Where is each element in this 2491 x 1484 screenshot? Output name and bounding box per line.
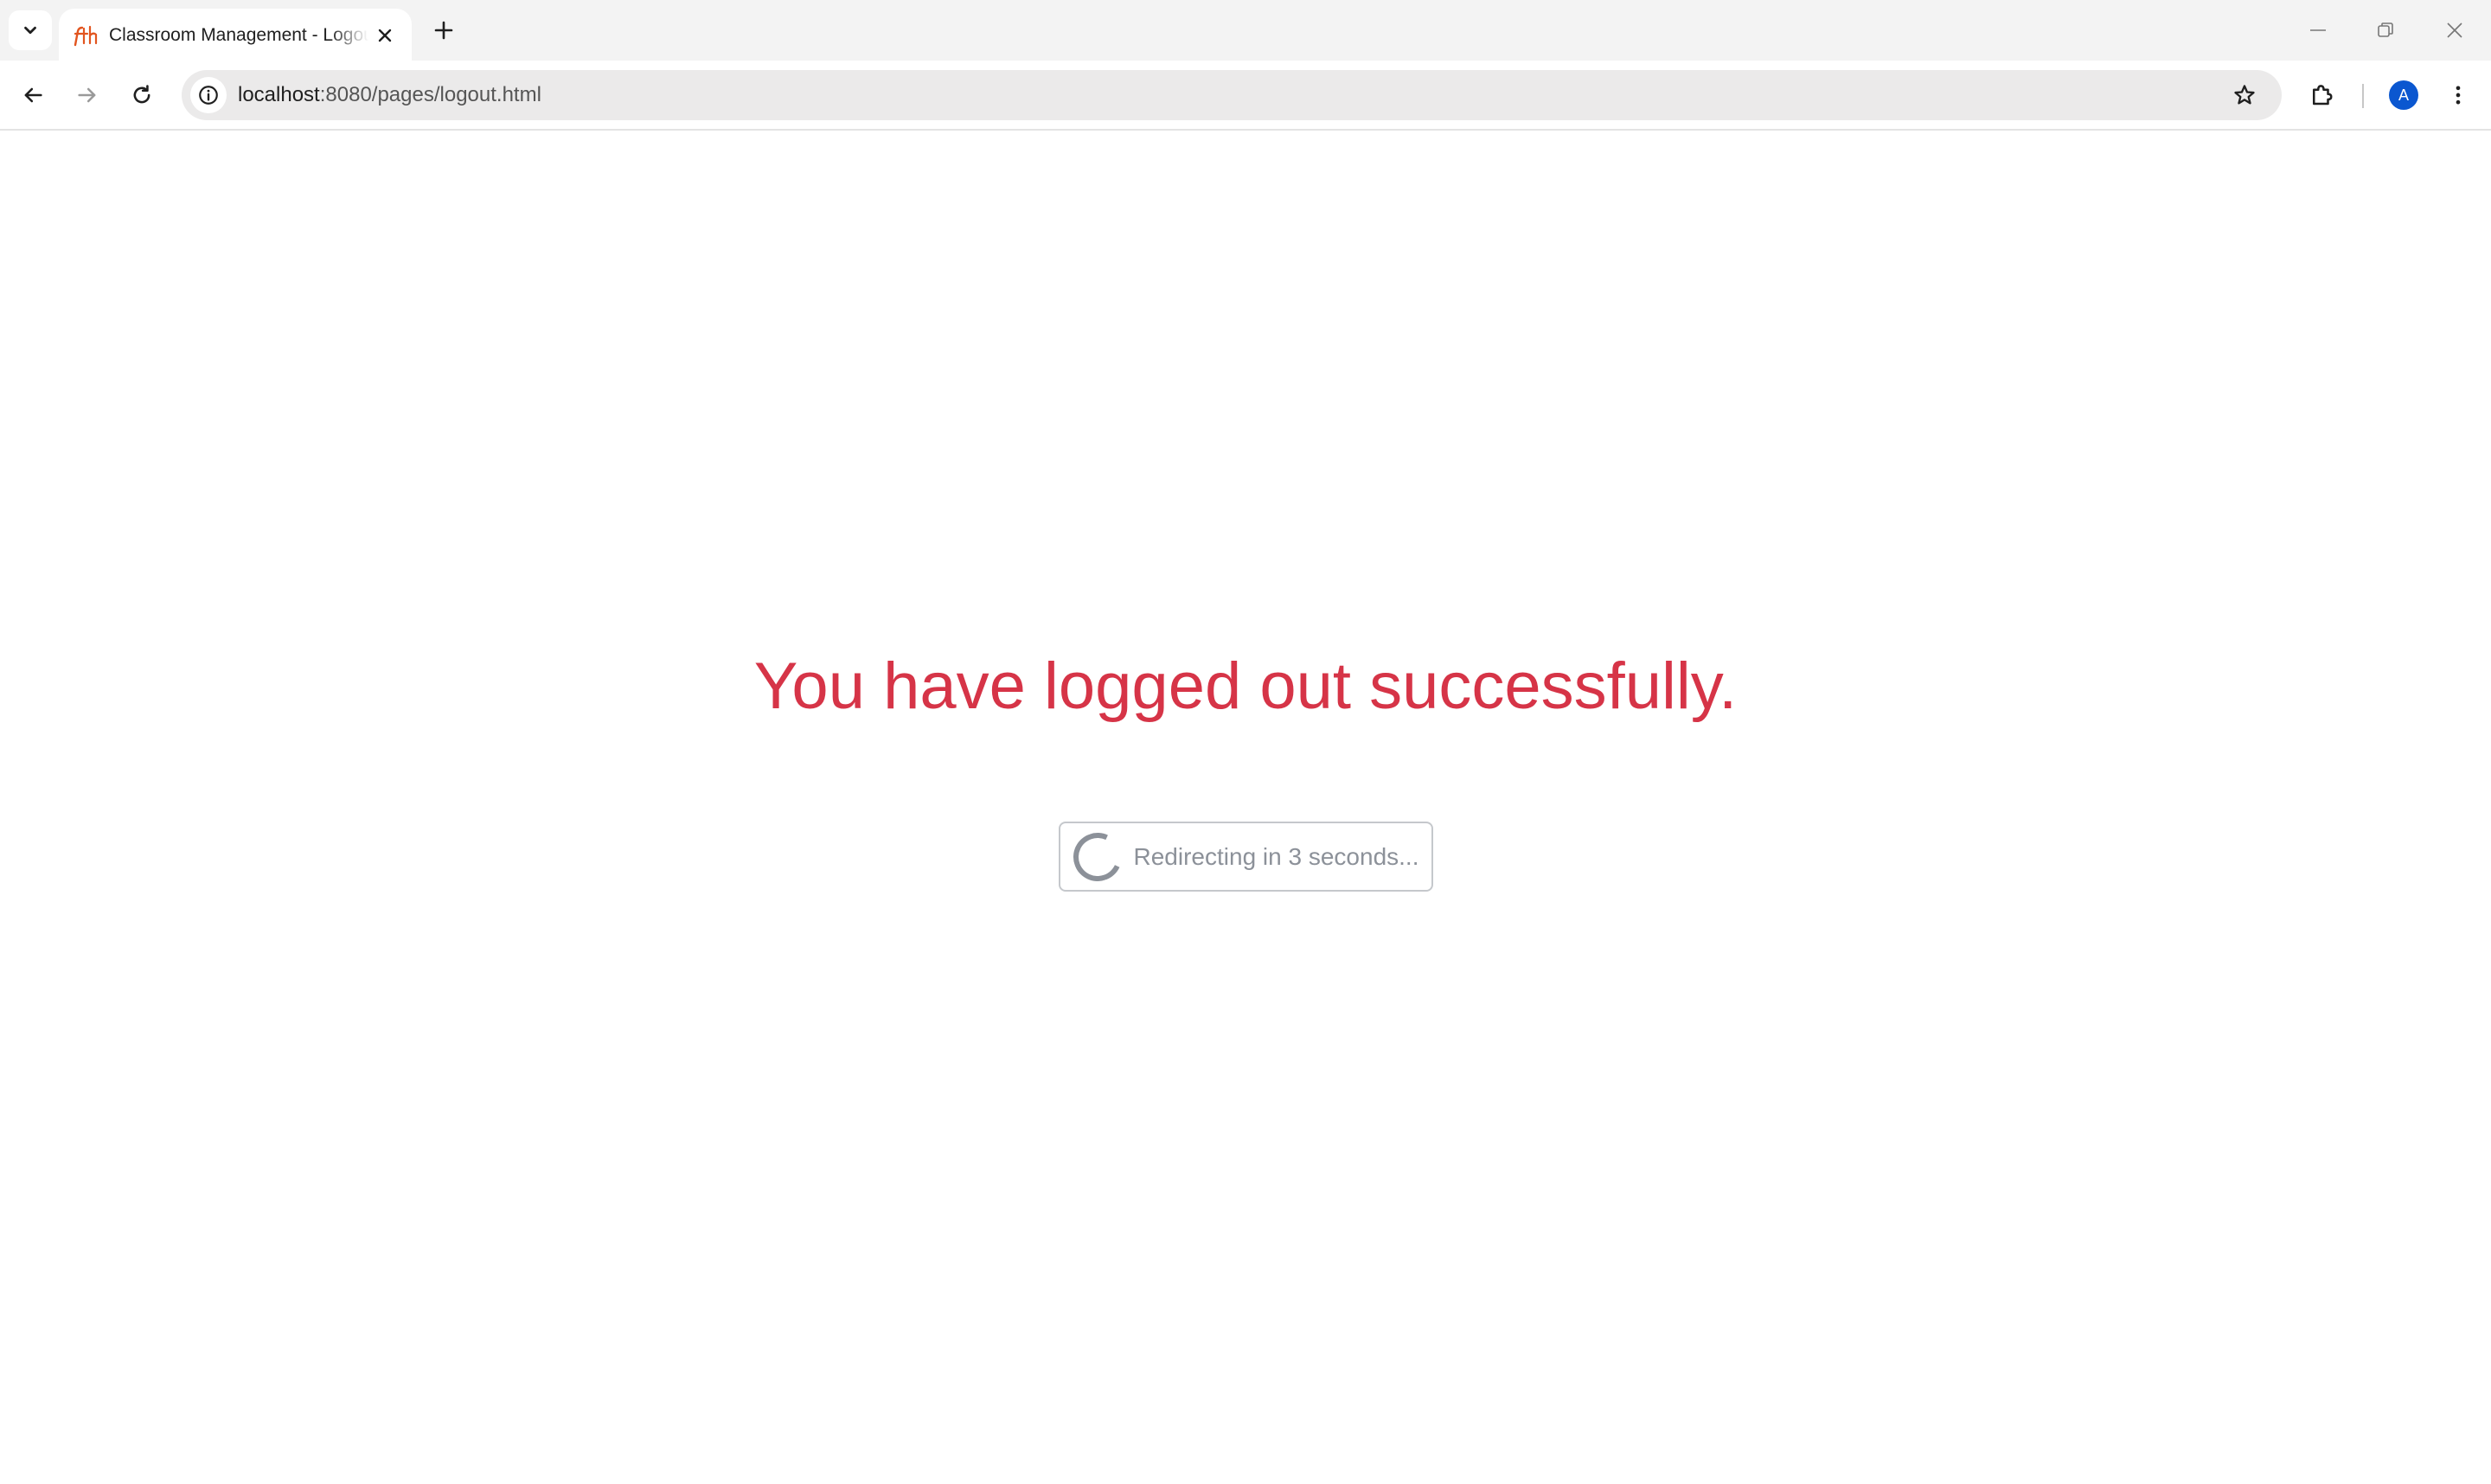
address-url[interactable]: localhost:8080/pages/logout.html <box>238 70 541 120</box>
extensions-button[interactable] <box>2301 74 2342 116</box>
profile-avatar[interactable]: A <box>2389 80 2418 110</box>
logout-heading: You have logged out successfully. <box>753 649 1738 723</box>
arrow-left-icon <box>24 87 42 103</box>
browser-toolbar: localhost:8080/pages/logout.html A <box>0 61 2491 131</box>
close-icon <box>378 29 392 42</box>
tab-title: Classroom Management - Logout <box>109 25 368 45</box>
spinner-icon <box>1066 825 1129 888</box>
reload-button[interactable] <box>121 74 163 116</box>
back-button[interactable] <box>12 74 54 116</box>
browser-menu-button[interactable] <box>2437 74 2479 116</box>
chevron-down-icon <box>24 26 36 35</box>
restore-button[interactable] <box>2360 9 2411 52</box>
new-tab-button[interactable] <box>427 14 460 47</box>
favicon-logo <box>74 25 98 47</box>
redirect-button[interactable]: Redirecting in 3 seconds... <box>1059 822 1433 892</box>
reload-icon <box>133 85 150 104</box>
arrow-right-icon <box>78 87 96 103</box>
tab-active[interactable]: Classroom Management - Logout <box>59 9 412 62</box>
tab-strip: Classroom Management - Logout <box>0 0 2491 62</box>
bookmark-button[interactable] <box>2226 77 2263 113</box>
kebab-menu-icon <box>2456 86 2461 105</box>
tab-close-button[interactable] <box>370 21 400 50</box>
info-icon <box>199 86 218 105</box>
redirect-label: Redirecting in 3 seconds... <box>1133 842 1419 870</box>
toolbar-divider <box>2362 84 2364 108</box>
url-host: localhost <box>238 83 320 106</box>
minimize-icon <box>2310 29 2326 31</box>
minimize-button[interactable] <box>2292 9 2344 52</box>
site-info-button[interactable] <box>190 77 227 113</box>
address-bar[interactable]: localhost:8080/pages/logout.html <box>182 70 2282 120</box>
url-path: :8080/pages/logout.html <box>319 83 541 106</box>
close-window-icon <box>2447 22 2462 38</box>
star-icon <box>2234 85 2255 105</box>
close-window-button[interactable] <box>2429 9 2481 52</box>
tab-search-button[interactable] <box>9 10 52 50</box>
page-content: You have logged out successfully. Redire… <box>0 131 2491 1484</box>
plus-icon <box>434 21 453 40</box>
site-favicon-icon <box>71 21 100 50</box>
puzzle-icon <box>2313 85 2333 106</box>
forward-button[interactable] <box>67 74 108 116</box>
restore-icon <box>2378 22 2393 37</box>
